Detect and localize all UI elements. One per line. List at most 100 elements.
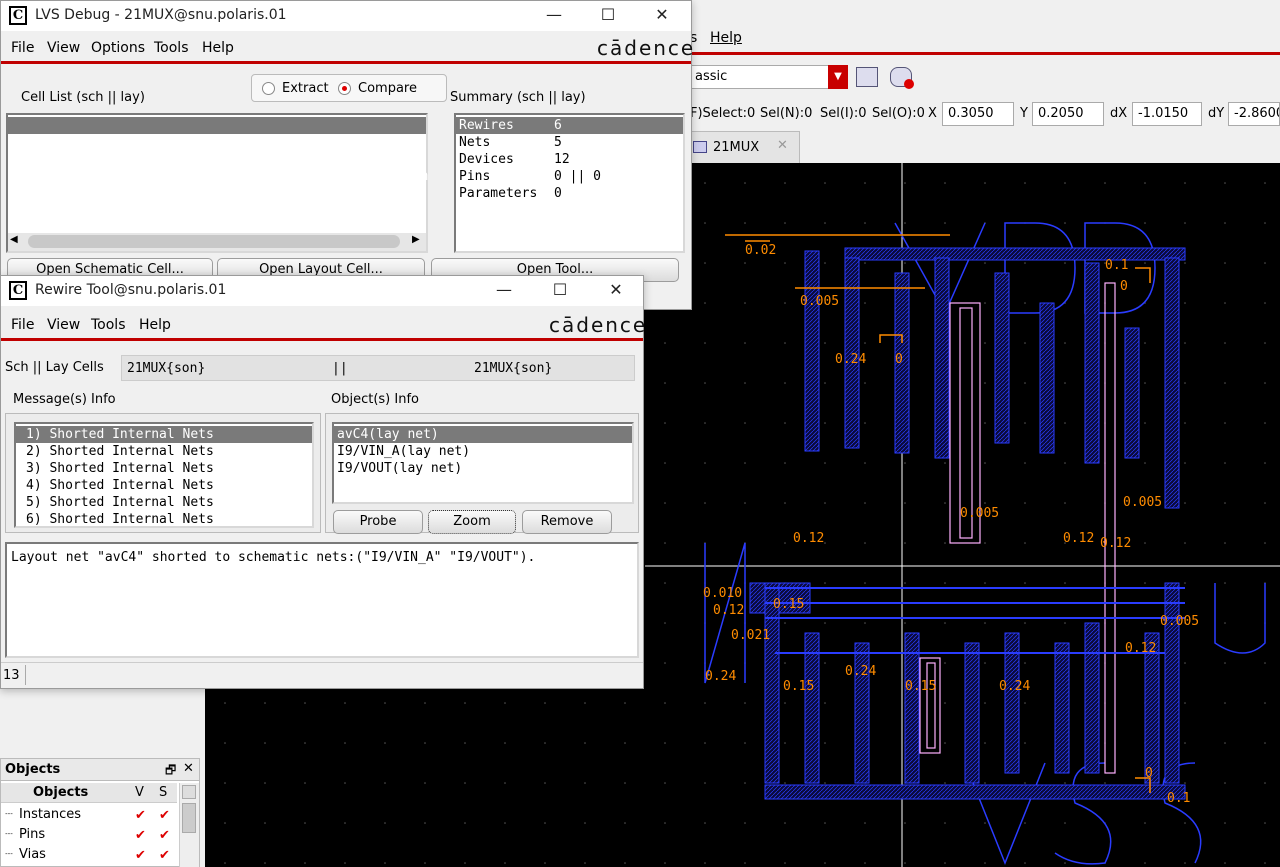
rewire-titlebar[interactable]: C Rewire Tool@snu.polaris.01 — ☐ ✕ bbox=[1, 276, 643, 306]
objects-table-header: Objects V S bbox=[1, 783, 177, 803]
menu-view[interactable]: View bbox=[47, 317, 80, 333]
visible-checkbox[interactable]: ✔ bbox=[135, 849, 148, 862]
layout-label: 0 bbox=[1120, 279, 1128, 294]
tab-21mux[interactable]: 21MUX ✕ bbox=[690, 131, 800, 163]
dropdown-arrow-icon[interactable]: ▼ bbox=[828, 65, 848, 89]
layout-label: 0.12 bbox=[1125, 641, 1156, 656]
zoom-button[interactable]: Zoom bbox=[428, 510, 516, 534]
menu-help[interactable]: Help bbox=[139, 317, 171, 333]
list-item[interactable]: Devices 12 bbox=[456, 151, 683, 168]
list-item[interactable]: 2) Shorted Internal Nets bbox=[16, 443, 312, 460]
list-item[interactable]: ┄ Pins ✔ ✔ bbox=[1, 825, 177, 845]
window-title: Rewire Tool@snu.polaris.01 bbox=[35, 282, 227, 298]
menu-tools[interactable]: Tools bbox=[91, 317, 126, 333]
layout-label: 0.1 bbox=[1167, 791, 1190, 806]
menu-file[interactable]: File bbox=[11, 40, 34, 56]
objects-frame: avC4(lay net) I9/VIN_A(lay net) I9/VOUT(la… bbox=[325, 413, 639, 534]
list-item[interactable]: 4) Shorted Internal Nets bbox=[16, 477, 312, 494]
dx-label: dX bbox=[1110, 106, 1128, 121]
messages-list: 1) Shorted Internal Nets 2) Shorted Inter… bbox=[14, 422, 314, 528]
window-title: LVS Debug - 21MUX@snu.polaris.01 bbox=[35, 7, 287, 23]
messages-frame: 1) Shorted Internal Nets 2) Shorted Inter… bbox=[5, 413, 321, 533]
object-instances: Instances bbox=[19, 807, 82, 822]
detail-output: Layout net "avC4" shorted to schematic n… bbox=[5, 542, 639, 658]
main-menubar: s Help bbox=[690, 0, 1280, 52]
list-item[interactable]: Nets 5 bbox=[456, 134, 683, 151]
layout-label: 0.12 bbox=[793, 531, 824, 546]
selectable-checkbox[interactable]: ✔ bbox=[159, 849, 172, 862]
maximize-icon[interactable]: ☐ bbox=[585, 1, 631, 31]
list-item[interactable]: Pins 0 || 0 bbox=[456, 168, 683, 185]
layout-label: 0.24 bbox=[705, 669, 736, 684]
layout-label: 0.005 bbox=[1160, 614, 1199, 629]
menu-view[interactable]: View bbox=[47, 40, 80, 56]
list-item[interactable]: ┄ Instances ✔ ✔ bbox=[1, 805, 177, 825]
dy-field[interactable]: -2.8600 bbox=[1228, 102, 1280, 126]
scroll-thumb[interactable] bbox=[28, 235, 400, 248]
lvs-debug-titlebar[interactable]: C LVS Debug - 21MUX@snu.polaris.01 — ☐ ✕ bbox=[1, 1, 691, 31]
probe-button[interactable]: Probe bbox=[333, 510, 423, 534]
menu-options[interactable]: Options bbox=[91, 40, 145, 56]
x-coordinate-field[interactable]: 0.3050 bbox=[942, 102, 1014, 126]
x-label: X bbox=[928, 106, 937, 121]
list-item[interactable]: 6) Shorted Internal Nets bbox=[16, 511, 312, 528]
col-objects: Objects bbox=[33, 785, 89, 800]
list-item[interactable]: 1) Shorted Internal Nets bbox=[16, 426, 312, 443]
menu-help[interactable]: Help bbox=[710, 30, 742, 46]
objects-panel-title: Objects bbox=[5, 762, 61, 777]
objects-scrollbar[interactable] bbox=[179, 783, 199, 867]
col-s: S bbox=[159, 785, 168, 800]
window-icon[interactable] bbox=[856, 67, 878, 87]
layout-label: 0.1 bbox=[1105, 258, 1128, 273]
seln-count: Sel(N):0 bbox=[760, 106, 813, 121]
visible-checkbox[interactable]: ✔ bbox=[135, 829, 148, 842]
list-item[interactable]: avC4(lay net) bbox=[334, 426, 632, 443]
summary-value: 0 || 0 bbox=[554, 169, 601, 184]
view-select[interactable]: assic bbox=[690, 65, 830, 89]
lvs-debug-window: C LVS Debug - 21MUX@snu.polaris.01 — ☐ ✕… bbox=[0, 0, 696, 310]
sch-lay-cells-field: 21MUX{son} || 21MUX{son} bbox=[121, 355, 635, 381]
remove-button[interactable]: Remove bbox=[522, 510, 612, 534]
table-row[interactable]: 21MUX{son} || 21MUX{son bbox=[8, 117, 428, 184]
maximize-icon[interactable]: ☐ bbox=[537, 276, 583, 306]
object-vias: Vias bbox=[19, 847, 46, 862]
cell-list-label: Cell List (sch || lay) bbox=[21, 90, 145, 105]
summary-name: Nets bbox=[459, 135, 491, 150]
list-item[interactable]: 5) Shorted Internal Nets bbox=[16, 494, 312, 511]
scroll-right-icon[interactable]: ▶ bbox=[412, 234, 420, 245]
close-icon[interactable]: ✕ bbox=[593, 276, 639, 306]
tab-close-icon[interactable]: ✕ bbox=[777, 138, 788, 153]
layout-label: 0.15 bbox=[783, 679, 814, 694]
visible-checkbox[interactable]: ✔ bbox=[135, 809, 148, 822]
list-item[interactable]: Rewires 6 bbox=[456, 117, 683, 134]
layout-label: 0.24 bbox=[999, 679, 1030, 694]
menu-file[interactable]: File bbox=[11, 317, 34, 333]
list-item[interactable]: I9/VIN_A(lay net) bbox=[334, 443, 632, 460]
close-icon[interactable]: ✕ bbox=[183, 761, 194, 776]
list-item[interactable]: ┄ Vias ✔ ✔ bbox=[1, 845, 177, 865]
view-options-icon[interactable] bbox=[890, 67, 914, 89]
minimize-icon[interactable]: — bbox=[531, 1, 577, 31]
minimize-icon[interactable]: — bbox=[481, 276, 527, 306]
list-item[interactable]: 3) Shorted Internal Nets bbox=[16, 460, 312, 477]
summary-label: Summary (sch || lay) bbox=[450, 90, 586, 105]
rewire-red-divider bbox=[1, 338, 643, 341]
cell-list-hscrollbar[interactable]: ◀ ▶ bbox=[8, 233, 426, 251]
selectable-checkbox[interactable]: ✔ bbox=[159, 809, 172, 822]
selectable-checkbox[interactable]: ✔ bbox=[159, 829, 172, 842]
summary-value: 12 bbox=[554, 152, 570, 167]
menu-help[interactable]: Help bbox=[202, 40, 234, 56]
float-icon[interactable]: 🗗 bbox=[165, 761, 176, 782]
layout-label: 0.12 bbox=[713, 603, 744, 618]
scroll-left-icon[interactable]: ◀ bbox=[10, 234, 18, 245]
list-item[interactable]: Parameters 0 bbox=[456, 185, 683, 202]
dx-field[interactable]: -1.0150 bbox=[1132, 102, 1202, 126]
list-item[interactable]: I9/VOUT(lay net) bbox=[334, 460, 632, 477]
menu-tools[interactable]: Tools bbox=[154, 40, 189, 56]
cell-list: 21MUX{son} || 21MUX{son ◀ ▶ bbox=[6, 113, 428, 253]
extract-radio[interactable] bbox=[262, 82, 275, 95]
cadence-brand: cādence bbox=[597, 36, 696, 60]
y-coordinate-field[interactable]: 0.2050 bbox=[1032, 102, 1104, 126]
close-icon[interactable]: ✕ bbox=[639, 1, 685, 31]
compare-radio[interactable] bbox=[338, 82, 351, 95]
